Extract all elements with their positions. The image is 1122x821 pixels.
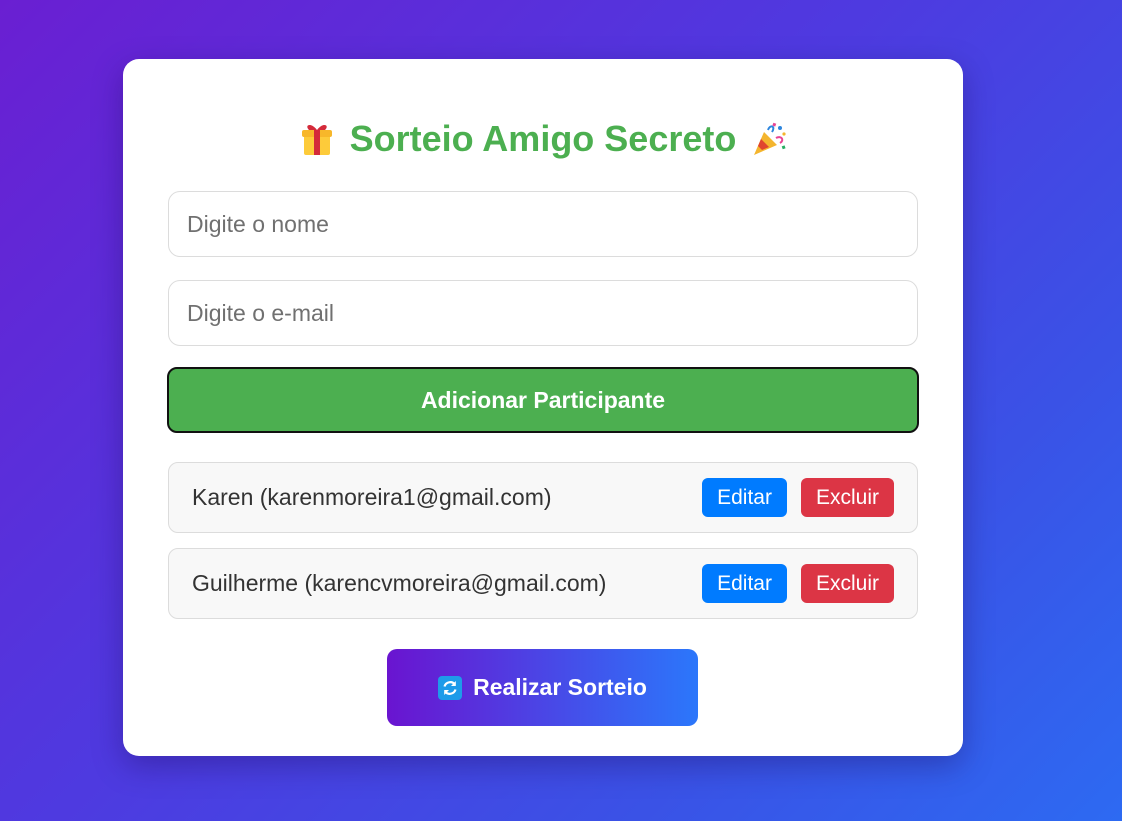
gift-icon [301,125,332,155]
party-popper-icon [754,122,786,155]
participant-item: Karen (karenmoreira1@gmail.com) Editar E… [168,462,918,533]
title-row: Sorteio Amigo Secreto [123,117,963,161]
email-input[interactable] [168,280,918,346]
participant-item: Guilherme (karencvmoreira@gmail.com) Edi… [168,548,918,619]
participant-label: Karen (karenmoreira1@gmail.com) [192,484,552,510]
add-participant-button[interactable]: Adicionar Participante [167,367,919,433]
page-title: Sorteio Amigo Secreto [349,118,737,159]
draw-button[interactable]: Realizar Sorteio [387,649,698,726]
name-input[interactable] [168,191,918,257]
participant-list: Karen (karenmoreira1@gmail.com) Editar E… [168,462,918,634]
edit-button[interactable]: Editar [702,478,787,517]
refresh-icon [438,675,463,700]
edit-button[interactable]: Editar [702,564,787,603]
secret-santa-card: Sorteio Amigo Secreto Adicionar Particip… [123,59,963,756]
draw-button-label: Realizar Sorteio [473,674,647,700]
delete-button[interactable]: Excluir [800,564,894,603]
participant-label: Guilherme (karencvmoreira@gmail.com) [192,570,607,596]
delete-button[interactable]: Excluir [800,478,894,517]
